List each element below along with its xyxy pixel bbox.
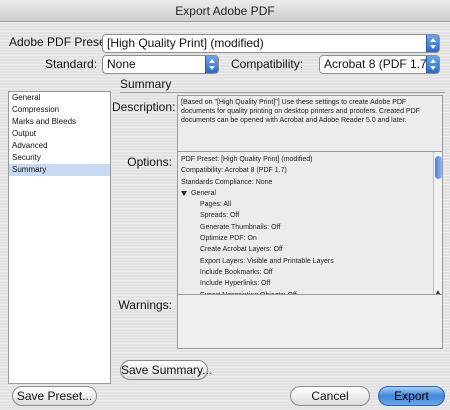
popup-arrows-icon [426,56,439,73]
save-summary-button[interactable]: Save Summary... [120,360,212,380]
options-line: Pages: All [200,201,232,209]
cancel-button[interactable]: Cancel [290,386,370,406]
options-line: Include Bookmarks: Off [200,268,273,276]
options-line: Create Acrobat Layers: Off [200,246,283,254]
sidebar: General Compression Marks and Bleeds Out… [8,91,111,384]
sidebar-item-compression[interactable]: Compression [9,104,110,116]
standard-popup[interactable]: None [102,55,219,74]
sidebar-item-advanced[interactable]: Advanced [9,140,110,152]
save-preset-button[interactable]: Save Preset... [12,386,97,406]
options-line: Include Hyperlinks: Off [200,280,271,288]
options-line: Compatibility: Acrobat 8 (PDF 1.7) [181,167,287,175]
scroll-thumb[interactable] [435,156,442,179]
section-divider [120,92,445,93]
sidebar-item-security[interactable]: Security [9,152,110,164]
preset-value: [High Quality Print] (modified) [107,36,264,50]
options-line: PDF Preset: [High Quality Print] (modifi… [181,156,313,163]
compatibility-value: Acrobat 8 (PDF 1.7) [324,57,431,71]
preset-popup[interactable]: [High Quality Print] (modified) [102,34,440,53]
description-box[interactable]: [Based on "[High Quality Print]"] Use th… [177,95,443,155]
standard-value: None [107,57,136,71]
options-box[interactable]: PDF Preset: [High Quality Print] (modifi… [177,151,443,307]
description-text: [Based on "[High Quality Print]"] Use th… [181,99,420,124]
popup-arrows-icon [205,56,218,73]
sidebar-item-output[interactable]: Output [9,128,110,140]
warnings-label: Warnings: [118,298,172,312]
standard-label: Standard: [45,57,98,71]
compatibility-label: Compatibility: [231,57,304,71]
window-title: Export Adobe PDF [0,0,450,22]
options-group-general[interactable]: General [181,188,439,199]
description-label: Description: [112,100,176,114]
preset-label: Adobe PDF Preset: [9,35,113,49]
disclosure-triangle-icon[interactable] [181,190,187,196]
options-line: Optimize PDF: On [200,235,257,243]
section-title: Summary [120,77,172,91]
options-group-label: General [191,189,216,197]
options-line: Generate Thumbnails: Off [200,223,281,231]
options-line: Standards Compliance: None [181,178,273,186]
sidebar-item-marks-and-bleeds[interactable]: Marks and Bleeds [9,116,110,128]
export-button[interactable]: Export [378,386,445,406]
popup-arrows-icon [426,35,439,52]
sidebar-item-summary[interactable]: Summary [9,164,110,176]
options-line: Spreads: Off [200,212,240,220]
options-label: Options: [127,155,172,169]
options-line: Export Layers: Visible and Printable Lay… [200,257,334,265]
warnings-box[interactable] [177,294,443,349]
options-scrollbar[interactable] [433,152,442,306]
sidebar-item-general[interactable]: General [9,92,110,104]
compatibility-popup[interactable]: Acrobat 8 (PDF 1.7) [319,55,440,74]
dialog-body: Adobe PDF Preset: [High Quality Print] (… [0,22,450,410]
